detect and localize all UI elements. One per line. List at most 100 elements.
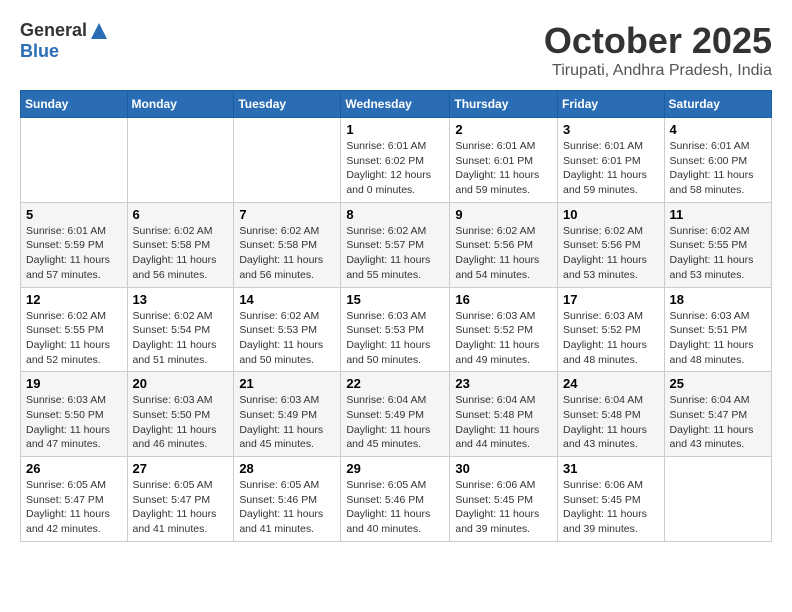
day-info: Sunrise: 6:05 AMSunset: 5:46 PMDaylight:… <box>346 478 444 537</box>
calendar-cell: 1Sunrise: 6:01 AMSunset: 6:02 PMDaylight… <box>341 118 450 203</box>
day-number: 22 <box>346 376 444 391</box>
weekday-header-sunday: Sunday <box>21 91 128 118</box>
calendar-cell: 19Sunrise: 6:03 AMSunset: 5:50 PMDayligh… <box>21 372 128 457</box>
day-number: 23 <box>455 376 552 391</box>
calendar-cell: 11 Sunrise: 6:02 AMSunset: 5:55 PMDayligh… <box>664 202 771 287</box>
logo: General Blue <box>20 20 109 62</box>
day-info: Sunrise: 6:05 AMSunset: 5:47 PMDaylight:… <box>133 478 229 537</box>
calendar-cell: 7 Sunrise: 6:02 AMSunset: 5:58 PMDaylight… <box>234 202 341 287</box>
day-number: 13 <box>133 292 229 307</box>
day-info: Sunrise: 6:01 AMSunset: 6:02 PMDaylight:… <box>346 139 444 198</box>
day-info: Sunrise: 6:06 AMSunset: 5:45 PMDaylight:… <box>455 478 552 537</box>
day-info: Sunrise: 6:02 AMSunset: 5:55 PMDaylight:… <box>26 309 122 368</box>
day-info: Sunrise: 6:03 AMSunset: 5:53 PMDaylight:… <box>346 309 444 368</box>
day-number: 24 <box>563 376 659 391</box>
day-number: 5 <box>26 207 122 222</box>
day-info: Sunrise: 6:01 AMSunset: 5:59 PMDaylight:… <box>26 224 122 283</box>
logo-icon <box>89 21 109 41</box>
calendar-cell: 29 Sunrise: 6:05 AMSunset: 5:46 PMDayligh… <box>341 457 450 542</box>
day-info: Sunrise: 6:03 AMSunset: 5:52 PMDaylight:… <box>455 309 552 368</box>
calendar-cell: 24 Sunrise: 6:04 AMSunset: 5:48 PMDayligh… <box>558 372 665 457</box>
day-info: Sunrise: 6:02 AMSunset: 5:55 PMDaylight:… <box>670 224 766 283</box>
day-number: 19 <box>26 376 122 391</box>
calendar-cell: 28 Sunrise: 6:05 AMSunset: 5:46 PMDayligh… <box>234 457 341 542</box>
weekday-header-wednesday: Wednesday <box>341 91 450 118</box>
calendar-cell: 22 Sunrise: 6:04 AMSunset: 5:49 PMDayligh… <box>341 372 450 457</box>
logo-general-text: General <box>20 20 87 41</box>
day-info: Sunrise: 6:05 AMSunset: 5:46 PMDaylight:… <box>239 478 335 537</box>
weekday-header-tuesday: Tuesday <box>234 91 341 118</box>
day-number: 29 <box>346 461 444 476</box>
day-info: Sunrise: 6:03 AMSunset: 5:50 PMDaylight:… <box>133 393 229 452</box>
calendar-cell <box>127 118 234 203</box>
calendar-cell: 25 Sunrise: 6:04 AMSunset: 5:47 PMDayligh… <box>664 372 771 457</box>
day-number: 6 <box>133 207 229 222</box>
day-info: Sunrise: 6:02 AMSunset: 5:57 PMDaylight:… <box>346 224 444 283</box>
day-info: Sunrise: 6:04 AMSunset: 5:49 PMDaylight:… <box>346 393 444 452</box>
week-row-5: 26 Sunrise: 6:05 AMSunset: 5:47 PMDayligh… <box>21 457 772 542</box>
weekday-header-row: SundayMondayTuesdayWednesdayThursdayFrid… <box>21 91 772 118</box>
calendar-cell: 2 Sunrise: 6:01 AMSunset: 6:01 PMDaylight… <box>450 118 558 203</box>
day-number: 31 <box>563 461 659 476</box>
day-number: 10 <box>563 207 659 222</box>
weekday-header-monday: Monday <box>127 91 234 118</box>
day-number: 8 <box>346 207 444 222</box>
day-info: Sunrise: 6:01 AMSunset: 6:01 PMDaylight:… <box>563 139 659 198</box>
day-info: Sunrise: 6:02 AMSunset: 5:54 PMDaylight:… <box>133 309 229 368</box>
calendar-cell: 4 Sunrise: 6:01 AMSunset: 6:00 PMDaylight… <box>664 118 771 203</box>
week-row-3: 12Sunrise: 6:02 AMSunset: 5:55 PMDayligh… <box>21 287 772 372</box>
day-info: Sunrise: 6:04 AMSunset: 5:48 PMDaylight:… <box>563 393 659 452</box>
day-number: 25 <box>670 376 766 391</box>
title-section: October 2025 Tirupati, Andhra Pradesh, I… <box>544 20 772 80</box>
day-info: Sunrise: 6:04 AMSunset: 5:47 PMDaylight:… <box>670 393 766 452</box>
day-number: 15 <box>346 292 444 307</box>
calendar-cell <box>21 118 128 203</box>
calendar-table: SundayMondayTuesdayWednesdayThursdayFrid… <box>20 90 772 542</box>
day-info: Sunrise: 6:02 AMSunset: 5:56 PMDaylight:… <box>455 224 552 283</box>
day-info: Sunrise: 6:02 AMSunset: 5:58 PMDaylight:… <box>239 224 335 283</box>
day-info: Sunrise: 6:06 AMSunset: 5:45 PMDaylight:… <box>563 478 659 537</box>
calendar-cell <box>664 457 771 542</box>
weekday-header-saturday: Saturday <box>664 91 771 118</box>
calendar-cell: 5 Sunrise: 6:01 AMSunset: 5:59 PMDaylight… <box>21 202 128 287</box>
week-row-1: 1Sunrise: 6:01 AMSunset: 6:02 PMDaylight… <box>21 118 772 203</box>
calendar-cell: 13 Sunrise: 6:02 AMSunset: 5:54 PMDayligh… <box>127 287 234 372</box>
day-number: 11 <box>670 207 766 222</box>
calendar-cell: 14Sunrise: 6:02 AMSunset: 5:53 PMDayligh… <box>234 287 341 372</box>
day-number: 9 <box>455 207 552 222</box>
calendar-cell: 27 Sunrise: 6:05 AMSunset: 5:47 PMDayligh… <box>127 457 234 542</box>
day-info: Sunrise: 6:03 AMSunset: 5:52 PMDaylight:… <box>563 309 659 368</box>
day-number: 20 <box>133 376 229 391</box>
day-info: Sunrise: 6:03 AMSunset: 5:51 PMDaylight:… <box>670 309 766 368</box>
day-info: Sunrise: 6:01 AMSunset: 6:01 PMDaylight:… <box>455 139 552 198</box>
day-info: Sunrise: 6:04 AMSunset: 5:48 PMDaylight:… <box>455 393 552 452</box>
day-number: 28 <box>239 461 335 476</box>
day-number: 3 <box>563 122 659 137</box>
calendar-cell: 26 Sunrise: 6:05 AMSunset: 5:47 PMDayligh… <box>21 457 128 542</box>
calendar-cell: 16 Sunrise: 6:03 AMSunset: 5:52 PMDayligh… <box>450 287 558 372</box>
day-number: 21 <box>239 376 335 391</box>
week-row-4: 19 Sunrise: 6:03 AMSunset: 5:50 PMDayligh… <box>21 372 772 457</box>
location-title: Tirupati, Andhra Pradesh, India <box>544 62 772 80</box>
day-info: Sunrise: 6:03 AMSunset: 5:49 PMDaylight:… <box>239 393 335 452</box>
day-info: Sunrise: 6:01 AMSunset: 6:00 PMDaylight:… <box>670 139 766 198</box>
day-number: 7 <box>239 207 335 222</box>
day-info: Sunrise: 6:02 AMSunset: 5:53 PMDaylight:… <box>239 309 335 368</box>
day-number: 4 <box>670 122 766 137</box>
calendar-cell: 15 Sunrise: 6:03 AMSunset: 5:53 PMDayligh… <box>341 287 450 372</box>
day-number: 16 <box>455 292 552 307</box>
calendar-cell: 21 Sunrise: 6:03 AMSunset: 5:49 PMDayligh… <box>234 372 341 457</box>
calendar-cell: 8 Sunrise: 6:02 AMSunset: 5:57 PMDaylight… <box>341 202 450 287</box>
day-number: 26 <box>26 461 122 476</box>
day-info: Sunrise: 6:05 AMSunset: 5:47 PMDaylight:… <box>26 478 122 537</box>
calendar-cell: 10Sunrise: 6:02 AMSunset: 5:56 PMDayligh… <box>558 202 665 287</box>
calendar-cell: 3 Sunrise: 6:01 AMSunset: 6:01 PMDaylight… <box>558 118 665 203</box>
calendar-cell: 18Sunrise: 6:03 AMSunset: 5:51 PMDayligh… <box>664 287 771 372</box>
calendar-cell: 23 Sunrise: 6:04 AMSunset: 5:48 PMDayligh… <box>450 372 558 457</box>
week-row-2: 5 Sunrise: 6:01 AMSunset: 5:59 PMDaylight… <box>21 202 772 287</box>
logo-blue-text: Blue <box>20 41 59 62</box>
day-number: 27 <box>133 461 229 476</box>
day-number: 2 <box>455 122 552 137</box>
weekday-header-friday: Friday <box>558 91 665 118</box>
calendar-cell: 6Sunrise: 6:02 AMSunset: 5:58 PMDaylight… <box>127 202 234 287</box>
